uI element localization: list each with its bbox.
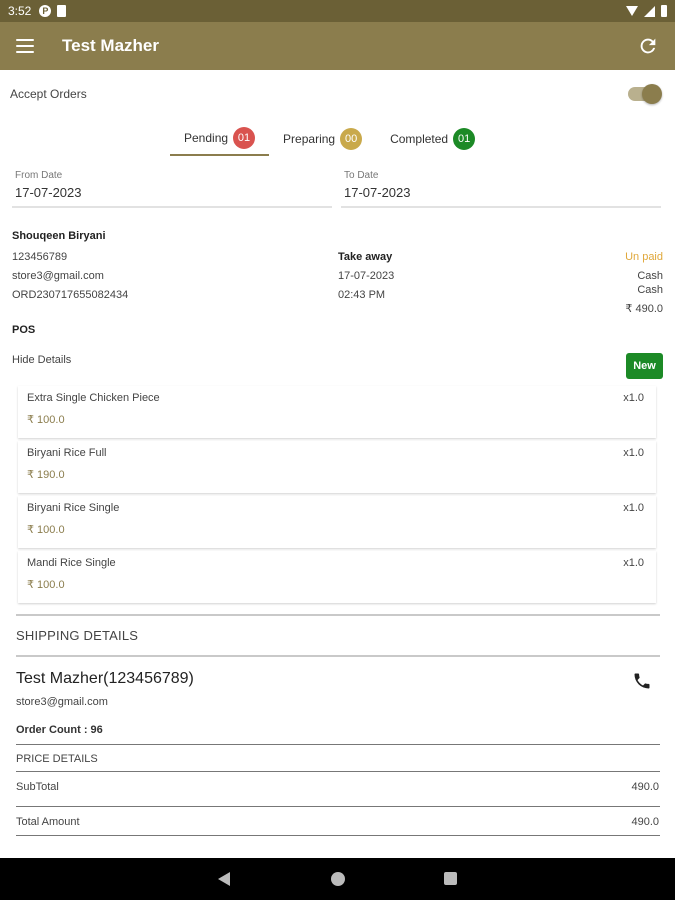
tab-pending-count: 01 [233,127,256,149]
item-qty: x1.0 [623,502,644,514]
home-icon[interactable] [331,872,345,886]
payment-status: Un paid [625,251,663,263]
item-qty: x1.0 [623,447,644,459]
order-type: Take away [338,251,393,263]
store-name: Shouqeen Biryani [12,230,106,242]
sd-card-icon [57,5,67,17]
item-price: ₹ 100.0 [27,524,65,536]
to-date-field[interactable]: To Date 17-07-2023 [341,170,661,208]
from-date-label: From Date [15,170,63,181]
back-icon[interactable] [218,872,230,886]
divider [16,835,660,836]
payment-method-secondary: Cash [637,284,663,296]
order-source: POS [12,324,36,336]
store-phone: 123456789 [12,251,68,263]
divider [16,744,660,745]
order-time: 02:43 PM [338,289,386,301]
shipping-details-title: SHIPPING DETAILS [16,628,139,643]
from-date-value: 17-07-2023 [15,185,82,200]
subtotal-label: SubTotal [16,781,59,793]
wifi-icon [626,6,638,16]
divider [16,771,660,772]
item-qty: x1.0 [623,392,644,404]
total-amount-label: Total Amount [16,816,80,828]
battery-icon [661,5,667,17]
item-price: ₹ 100.0 [27,414,65,426]
app-bar: Test Mazher [0,22,675,70]
refresh-icon[interactable] [637,35,659,57]
divider [16,806,660,807]
order-id: ORD230717655082434 [12,289,129,301]
order-date: 17-07-2023 [338,270,395,282]
order-card: Shouqeen Biryani 123456789 store3@gmail.… [0,228,675,858]
price-details-title: PRICE DETAILS [16,753,98,765]
order-item: Biryani Rice Full ₹ 190.0 x1.0 [18,441,656,493]
new-status-button[interactable]: New [626,353,663,379]
item-price: ₹ 190.0 [27,469,65,481]
customer-name: Test Mazher(123456789) [16,670,194,687]
order-item: Extra Single Chicken Piece ₹ 100.0 x1.0 [18,386,656,438]
item-name: Biryani Rice Full [27,447,107,459]
tab-preparing-label: Preparing [283,132,336,146]
order-item: Mandi Rice Single ₹ 100.0 x1.0 [18,551,656,603]
item-name: Mandi Rice Single [27,557,116,569]
total-amount-value: 490.0 [631,816,659,828]
order-status-tabs: Pending 01 Preparing 00 Completed 01 [170,122,489,156]
tab-completed[interactable]: Completed 01 [376,122,489,156]
divider [16,655,660,657]
accept-orders-toggle[interactable] [628,84,662,104]
payment-method: Cash [637,270,663,282]
signal-icon [644,5,655,17]
store-email: store3@gmail.com [12,270,104,282]
divider [16,614,660,616]
to-date-label: To Date [344,170,379,181]
customer-email: store3@gmail.com [16,696,108,708]
from-date-field[interactable]: From Date 17-07-2023 [12,170,332,208]
tab-pending[interactable]: Pending 01 [170,122,270,156]
subtotal-value: 490.0 [631,781,659,793]
item-name: Biryani Rice Single [27,502,120,514]
order-item: Biryani Rice Single ₹ 100.0 x1.0 [18,496,656,548]
main-content: Accept Orders Pending 01 Preparing 00 Co… [0,70,675,858]
item-qty: x1.0 [623,557,644,569]
recents-icon[interactable] [444,872,457,885]
hamburger-icon[interactable] [16,39,34,53]
order-count: Order Count : 96 [16,724,103,736]
app-icon: P [39,5,52,17]
tab-preparing-count: 00 [340,128,363,150]
phone-icon[interactable] [632,671,652,691]
accept-orders-row: Accept Orders [10,84,662,104]
system-nav-bar [0,858,675,900]
tab-pending-label: Pending [184,131,229,145]
order-total: ₹ 490.0 [625,303,663,315]
app-title: Test Mazher [62,36,159,55]
to-date-value: 17-07-2023 [344,185,411,200]
tab-completed-count: 01 [453,128,476,150]
item-name: Extra Single Chicken Piece [27,392,160,404]
tab-preparing[interactable]: Preparing 00 [269,122,376,156]
accept-orders-label: Accept Orders [10,87,87,101]
hide-details-link[interactable]: Hide Details [12,354,71,366]
status-bar: 3:52 P [0,0,675,22]
item-price: ₹ 100.0 [27,579,65,591]
status-time: 3:52 [8,4,32,18]
toggle-knob [642,84,662,104]
tab-completed-label: Completed [390,132,449,146]
